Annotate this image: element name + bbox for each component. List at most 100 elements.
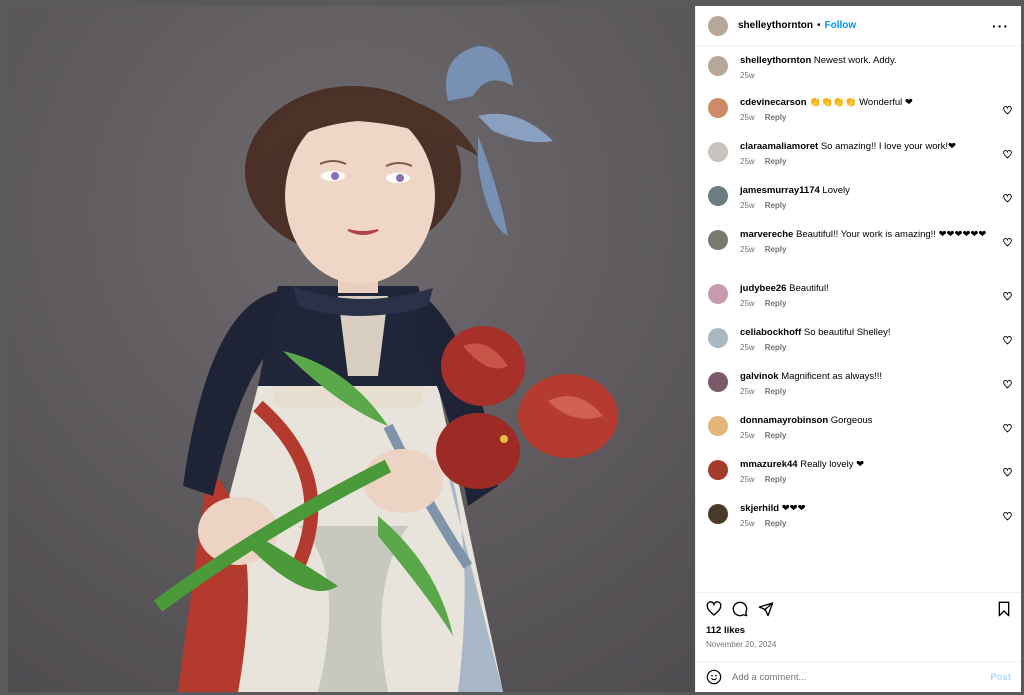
comment-body: claraamaliamoret So amazing!! I love you… [740, 140, 1009, 166]
avatar[interactable] [708, 372, 728, 392]
reply-button[interactable]: Reply [765, 519, 787, 528]
comment-username[interactable]: donnamayrobinson [740, 415, 828, 426]
comment-like-icon[interactable] [1003, 288, 1012, 301]
comment-item: mmazurek44 Really lovely ❤ 25w Reply [696, 458, 1021, 484]
comment-item: donnamayrobinson Gorgeous 25w Reply [696, 414, 1021, 440]
comment-item: skjerhild ❤❤❤ 25w Reply [696, 502, 1021, 528]
bookmark-icon[interactable] [997, 601, 1011, 617]
avatar[interactable] [708, 186, 728, 206]
comment-time[interactable]: 25w [740, 245, 755, 254]
separator-dot: • [817, 20, 821, 31]
follow-button[interactable]: Follow [825, 20, 857, 31]
comment-item: galvinok Magnificent as always!!! 25w Repl… [696, 370, 1021, 396]
more-options-icon[interactable]: ··· [992, 18, 1009, 34]
post-button[interactable]: Post [990, 672, 1011, 683]
post-header: shelleythornton • Follow ··· [696, 6, 1021, 46]
avatar[interactable] [708, 15, 728, 36]
comment-meta: 25w Reply [740, 157, 993, 166]
comment-message: Newest work. Addy. [813, 55, 897, 66]
comment-meta: 25w Reply [740, 343, 993, 352]
avatar[interactable] [708, 460, 728, 480]
share-icon[interactable] [758, 601, 774, 617]
comment-meta: 25w Reply [740, 387, 993, 396]
comment-body: donnamayrobinson Gorgeous 25w Reply [740, 414, 1009, 440]
comment-time[interactable]: 25w [740, 113, 755, 122]
comment-time[interactable]: 25w [740, 475, 755, 484]
reply-button[interactable]: Reply [765, 387, 787, 396]
comment-username[interactable]: judybee26 [740, 283, 786, 294]
comment-body: celiabockhoff So beautiful Shelley! 25w Re… [740, 326, 1009, 352]
comment-message: So beautiful Shelley! [803, 327, 891, 338]
comments-list[interactable]: shelleythornton Newest work. Addy. 25w cde… [696, 54, 1021, 594]
comment-message: So amazing!! I love your work!❤ [820, 141, 957, 152]
post-username[interactable]: shelleythornton [738, 20, 813, 31]
comment-like-icon[interactable] [1003, 376, 1012, 389]
post-date: November 20, 2024 [706, 640, 777, 649]
comment-username[interactable]: claraamaliamoret [740, 141, 818, 152]
post-actions: 112 likes November 20, 2024 [696, 592, 1021, 652]
comment-item: judybee26 Beautiful! 25w Reply [696, 282, 1021, 308]
heart-icon[interactable] [706, 601, 722, 617]
comment-text: claraamaliamoret So amazing!! I love you… [740, 140, 993, 153]
reply-button[interactable]: Reply [765, 201, 787, 210]
reply-button[interactable]: Reply [765, 157, 787, 166]
comment-username[interactable]: jamesmurray1174 [740, 185, 820, 196]
caption: shelleythornton Newest work. Addy. 25w [696, 54, 1021, 80]
comment-username[interactable]: shelleythornton [740, 55, 811, 66]
likes-count[interactable]: 112 likes [706, 625, 1011, 636]
comment-body: judybee26 Beautiful! 25w Reply [740, 282, 1009, 308]
comment-time[interactable]: 25w [740, 71, 755, 80]
post-image[interactable] [8, 6, 695, 692]
avatar[interactable] [708, 416, 728, 436]
avatar[interactable] [708, 230, 728, 250]
comment-like-icon[interactable] [1003, 508, 1012, 521]
comment-meta: 25w [740, 71, 993, 80]
comment-text: donnamayrobinson Gorgeous [740, 414, 993, 427]
comment-time[interactable]: 25w [740, 299, 755, 308]
comment-message: Beautiful! [789, 283, 829, 294]
reply-button[interactable]: Reply [765, 343, 787, 352]
reply-button[interactable]: Reply [765, 299, 787, 308]
avatar[interactable] [708, 284, 728, 304]
avatar[interactable] [708, 504, 728, 524]
comment-like-icon[interactable] [1003, 332, 1012, 345]
comment-username[interactable]: marvereche [740, 229, 793, 240]
comment-time[interactable]: 25w [740, 431, 755, 440]
doll-photo [8, 6, 695, 692]
avatar[interactable] [708, 98, 728, 118]
post-panel: shelleythornton • Follow ··· shelleythor… [695, 6, 1021, 692]
comment-item: marvereche Beautiful!! Your work is amaz… [696, 228, 1021, 254]
comment-username[interactable]: galvinok [740, 371, 779, 382]
avatar[interactable] [708, 56, 728, 76]
emoji-icon[interactable] [706, 669, 722, 685]
reply-button[interactable]: Reply [765, 475, 787, 484]
comment-username[interactable]: skjerhild [740, 503, 779, 514]
comment-time[interactable]: 25w [740, 387, 755, 396]
comment-icon[interactable] [732, 601, 748, 617]
comment-like-icon[interactable] [1003, 102, 1012, 115]
comment-meta: 25w Reply [740, 299, 993, 308]
comment-time[interactable]: 25w [740, 343, 755, 352]
avatar[interactable] [708, 328, 728, 348]
comment-like-icon[interactable] [1003, 464, 1012, 477]
reply-button[interactable]: Reply [765, 245, 787, 254]
comment-input[interactable] [732, 671, 991, 683]
comment-time[interactable]: 25w [740, 519, 755, 528]
comment-like-icon[interactable] [1003, 146, 1012, 159]
comment-username[interactable]: celiabockhoff [740, 327, 801, 338]
comment-like-icon[interactable] [1003, 420, 1012, 433]
comment-message: Beautiful!! Your work is amazing!! ❤❤❤❤❤… [796, 229, 987, 240]
comment-time[interactable]: 25w [740, 201, 755, 210]
comment-text: celiabockhoff So beautiful Shelley! [740, 326, 993, 339]
comment-message: Lovely [822, 185, 850, 196]
avatar[interactable] [708, 142, 728, 162]
comment-text: jamesmurray1174 Lovely [740, 184, 993, 197]
comment-like-icon[interactable] [1003, 190, 1012, 203]
comment-like-icon[interactable] [1003, 234, 1012, 247]
comment-username[interactable]: mmazurek44 [740, 459, 798, 470]
comment-time[interactable]: 25w [740, 157, 755, 166]
reply-button[interactable]: Reply [765, 113, 787, 122]
reply-button[interactable]: Reply [765, 431, 787, 440]
comment-username[interactable]: cdevinecarson [740, 97, 807, 108]
comment-body: marvereche Beautiful!! Your work is amaz… [740, 228, 1009, 254]
